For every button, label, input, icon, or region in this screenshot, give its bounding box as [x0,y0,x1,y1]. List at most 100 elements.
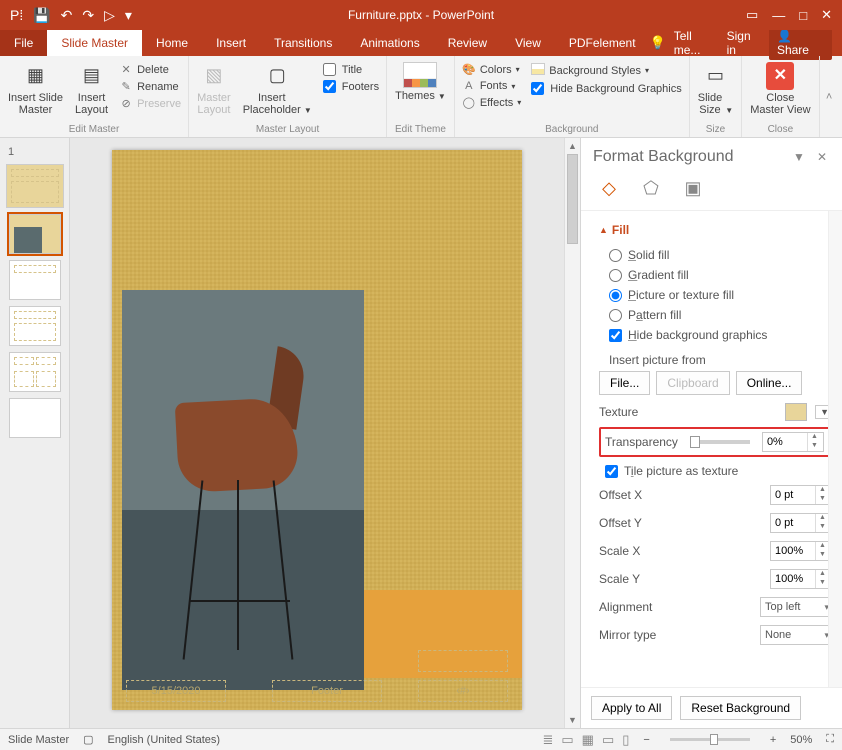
zoom-slider[interactable] [670,738,750,741]
notes-button[interactable]: ≣ [542,732,553,748]
slider-knob[interactable] [690,436,700,448]
reset-background-button[interactable]: Reset Background [680,696,801,720]
date-placeholder[interactable]: 5/15/2020 [126,680,226,702]
insert-file-button[interactable]: File... [599,371,650,395]
status-language[interactable]: English (United States) [108,734,221,746]
hide-background-graphics-checkbox[interactable]: Hide Background Graphics [528,81,684,96]
insert-placeholder-button[interactable]: ▢ Insert Placeholder ▼ [239,60,316,118]
solid-fill-radio[interactable] [609,249,622,262]
tab-animations[interactable]: Animations [346,30,433,56]
colors-button[interactable]: 🎨Colors ▾ [459,62,524,77]
hide-bg-checkbox-input[interactable] [531,82,544,95]
offset-y-input[interactable] [771,516,815,530]
spinner-down[interactable]: ▼ [808,442,821,451]
hide-bg-graphics-checkbox[interactable] [609,329,622,342]
layout-thumbnail-1[interactable] [9,214,61,254]
spinner-up[interactable]: ▲ [808,433,821,442]
texture-swatch[interactable] [785,403,807,421]
footers-checkbox[interactable]: Footers [320,79,382,94]
pattern-fill-radio[interactable] [609,309,622,322]
zoom-out-button[interactable]: − [643,734,649,746]
delete-button[interactable]: ✕Delete [116,62,184,77]
mirror-dropdown[interactable]: None [760,625,834,645]
insert-slide-master-button[interactable]: ▦ Insert Slide Master [4,60,67,118]
qat-more-icon[interactable]: ▾ [125,7,132,24]
transparency-spinner[interactable]: ▲▼ [762,432,824,452]
scrollbar-thumb[interactable] [567,154,578,244]
scale-y-input[interactable] [771,572,815,586]
scale-x-spinner[interactable]: ▲▼ [770,541,834,561]
title-checkbox-input[interactable] [323,63,336,76]
insert-online-button[interactable]: Online... [736,371,803,395]
themes-button[interactable]: Themes ▼ [391,60,450,104]
tab-insert[interactable]: Insert [202,30,260,56]
slide-number-placeholder[interactable]: ‹#› [418,680,508,702]
insert-layout-button[interactable]: ▤ Insert Layout [71,60,112,118]
fonts-button[interactable]: AFonts ▾ [459,79,524,93]
zoom-level[interactable]: 50% [790,734,812,746]
undo-icon[interactable]: ↶ [61,7,73,24]
tile-checkbox-row[interactable]: Tile picture as texture [599,461,834,481]
tell-me-icon[interactable]: 💡 [650,35,666,51]
collapse-ribbon-button[interactable]: ˄ [819,56,839,137]
tab-view[interactable]: View [501,30,555,56]
pane-scrollbar[interactable] [828,211,842,687]
spell-check-icon[interactable]: ▢ [83,733,93,746]
zoom-in-button[interactable]: + [770,734,776,746]
layout-thumbnail-3[interactable] [9,306,61,346]
layout-thumbnail-2[interactable] [9,260,61,300]
effects-category-icon[interactable]: ⬠ [637,176,665,200]
apply-to-all-button[interactable]: Apply to All [591,696,672,720]
hide-bg-graphics-option[interactable]: Hide background graphics [599,325,834,345]
start-slideshow-icon[interactable]: ▷ [104,7,115,24]
close-master-view-button[interactable]: ✕ Close Master View [746,60,814,118]
layout-thumbnail-5[interactable] [9,398,61,438]
slideshow-view-icon[interactable]: ▭ [602,732,614,748]
ribbon-display-icon[interactable]: ▭ [746,7,758,23]
tab-home[interactable]: Home [142,30,202,56]
redo-icon[interactable]: ↷ [82,7,94,24]
gradient-fill-option[interactable]: Gradient fill [599,265,834,285]
pane-close-button[interactable]: ✕ [814,150,830,164]
scale-y-spinner[interactable]: ▲▼ [770,569,834,589]
save-icon[interactable]: 💾 [33,7,50,24]
app-icon[interactable]: P⁞ [10,7,23,23]
zoom-slider-knob[interactable] [710,734,718,745]
layout-thumbnail-4[interactable] [9,352,61,392]
reading-view-icon[interactable]: ▯ [622,732,629,748]
pattern-fill-option[interactable]: Pattern fill [599,305,834,325]
picture-fill-option[interactable]: Picture or texture fill [599,285,834,305]
tile-checkbox[interactable] [605,465,618,478]
title-checkbox[interactable]: Title [320,62,382,77]
minimize-button[interactable]: — [772,8,785,23]
offset-y-spinner[interactable]: ▲▼ [770,513,834,533]
transparency-input[interactable] [763,435,807,449]
transparency-slider[interactable] [690,440,750,444]
slide-size-button[interactable]: ▭ Slide Size ▼ [694,60,737,118]
tab-slide-master[interactable]: Slide Master [47,30,142,56]
preserve-button[interactable]: ⊘Preserve [116,96,184,111]
tab-pdfelement[interactable]: PDFelement [555,30,650,56]
footers-checkbox-input[interactable] [323,80,336,93]
picture-category-icon[interactable]: ▣ [679,176,707,200]
fill-category-icon[interactable]: ◇ [595,176,623,200]
background-styles-button[interactable]: Background Styles ▾ [528,62,684,79]
master-thumbnail[interactable] [6,164,64,208]
solid-fill-option[interactable]: Solid fill [599,245,834,265]
fill-section-header[interactable]: ▲Fill [599,219,834,245]
picture-fill-radio[interactable] [609,289,622,302]
effects-button[interactable]: ◯Effects ▾ [459,95,524,110]
scroll-up-button[interactable]: ▲ [565,138,580,154]
tell-me-button[interactable]: Tell me... [674,29,719,57]
fit-to-window-button[interactable]: ⛶ [826,733,834,746]
tab-review[interactable]: Review [434,30,501,56]
comments-button[interactable]: ▭ [561,732,573,748]
tab-transitions[interactable]: Transitions [260,30,346,56]
scroll-down-button[interactable]: ▼ [565,712,580,728]
offset-x-input[interactable] [771,488,815,502]
normal-view-icon[interactable]: ▦ [582,732,594,748]
alignment-dropdown[interactable]: Top left [760,597,834,617]
close-window-button[interactable]: ✕ [821,7,832,23]
pane-options-button[interactable]: ▼ [790,150,808,164]
footer-placeholder[interactable]: Footer [272,680,382,702]
